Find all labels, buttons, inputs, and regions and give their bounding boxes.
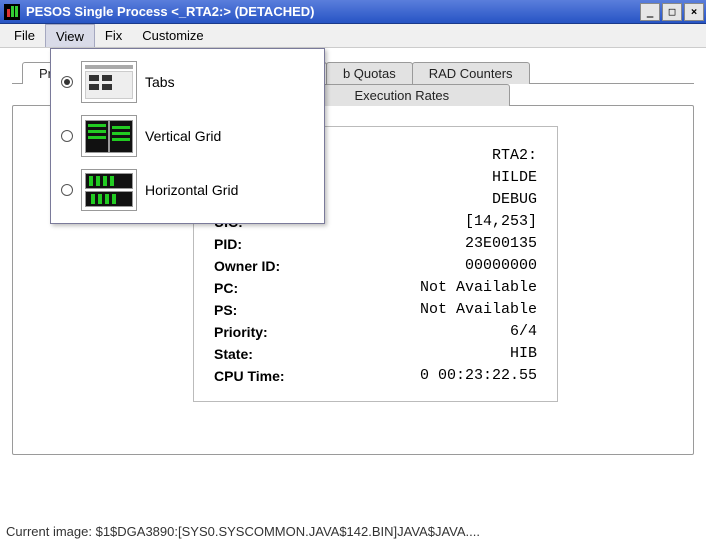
view-option-vertical-grid[interactable]: Vertical Grid [57, 109, 318, 163]
menubar: File View Fix Customize [0, 24, 706, 48]
statusbar: Current image: $1$DGA3890:[SYS0.SYSCOMMO… [0, 524, 706, 539]
info-label-pc: PC: [214, 277, 334, 299]
info-label-state: State: [214, 343, 334, 365]
minimize-button[interactable]: _ [640, 3, 660, 21]
status-label: Current image: [6, 524, 96, 539]
radio-icon [61, 184, 73, 196]
menu-customize[interactable]: Customize [132, 24, 213, 47]
info-value-user: HILDE [334, 167, 537, 189]
info-value-owner-id: 00000000 [334, 255, 537, 277]
status-value: $1$DGA3890:[SYS0.SYSCOMMON.JAVA$142.BIN]… [96, 524, 480, 539]
view-option-label: Vertical Grid [145, 128, 221, 144]
info-value-terminal: RTA2: [334, 145, 537, 167]
hgrid-thumbnail-icon [81, 169, 137, 211]
info-value-priority: 6/4 [334, 321, 537, 343]
info-row-cpu-time: CPU Time: 0 00:23:22.55 [214, 365, 537, 387]
info-label-priority: Priority: [214, 321, 334, 343]
menu-file[interactable]: File [4, 24, 45, 47]
info-value-ps: Not Available [334, 299, 537, 321]
info-value-state: HIB [334, 343, 537, 365]
info-label-ps: PS: [214, 299, 334, 321]
menu-fix[interactable]: Fix [95, 24, 132, 47]
radio-icon [61, 130, 73, 142]
menu-view[interactable]: View [45, 24, 95, 47]
info-row-ps: PS: Not Available [214, 299, 537, 321]
info-label-pid: PID: [214, 233, 334, 255]
app-icon [4, 4, 20, 20]
view-option-tabs[interactable]: Tabs [57, 55, 318, 109]
vgrid-thumbnail-icon [81, 115, 137, 157]
info-value-uic: [14,253] [334, 211, 537, 233]
view-option-horizontal-grid[interactable]: Horizontal Grid [57, 163, 318, 217]
radio-icon [61, 76, 73, 88]
tabs-thumbnail-icon [81, 61, 137, 103]
window-title: PESOS Single Process <_RTA2:> (DETACHED) [24, 4, 640, 19]
view-option-label: Tabs [145, 74, 175, 90]
info-row-pid: PID: 23E00135 [214, 233, 537, 255]
view-option-label: Horizontal Grid [145, 182, 238, 198]
info-value-pid: 23E00135 [334, 233, 537, 255]
close-button[interactable]: × [684, 3, 704, 21]
tab-job-quotas[interactable]: b Quotas [326, 62, 413, 84]
info-label-cpu-time: CPU Time: [214, 365, 334, 387]
window-titlebar: PESOS Single Process <_RTA2:> (DETACHED)… [0, 0, 706, 24]
window-controls: _ □ × [640, 3, 704, 21]
info-row-pc: PC: Not Available [214, 277, 537, 299]
info-row-priority: Priority: 6/4 [214, 321, 537, 343]
info-row-state: State: HIB [214, 343, 537, 365]
tab-execution-rates[interactable]: Execution Rates [294, 84, 511, 106]
info-row-owner-id: Owner ID: 00000000 [214, 255, 537, 277]
tab-rad-counters[interactable]: RAD Counters [412, 62, 530, 84]
info-value-pc: Not Available [334, 277, 537, 299]
maximize-button[interactable]: □ [662, 3, 682, 21]
info-value-cpu-time: 0 00:23:22.55 [334, 365, 537, 387]
view-dropdown: Tabs Vertical Grid Horizontal Grid [50, 48, 325, 224]
info-label-owner-id: Owner ID: [214, 255, 334, 277]
info-value-account: DEBUG [334, 189, 537, 211]
